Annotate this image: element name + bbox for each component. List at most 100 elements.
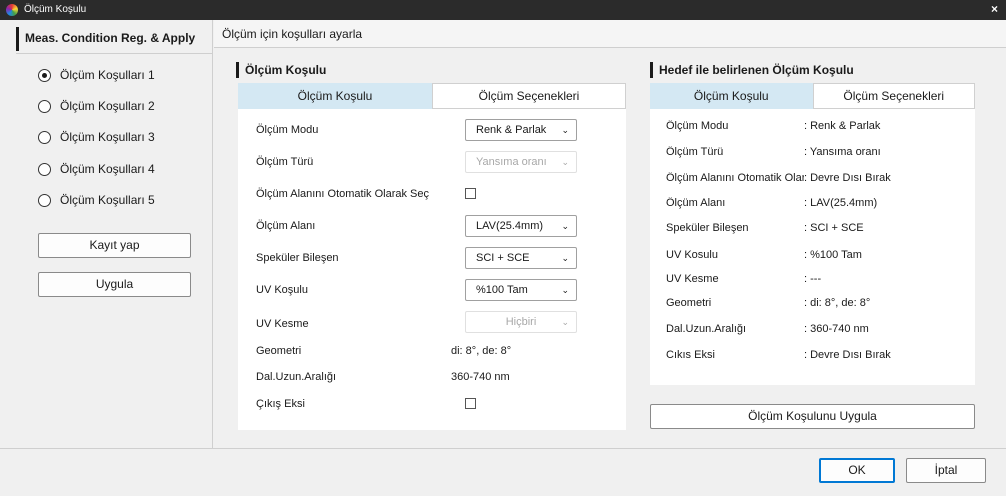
output-label: Çıkış Eksi — [256, 398, 305, 410]
info-value: : SCI + SCE — [804, 222, 864, 234]
uv-row: UV Koşulu — [256, 280, 308, 300]
right-header-text: Ölçüm için koşulları ayarla — [222, 27, 363, 41]
tab-target-options[interactable]: Ölçüm Seçenekleri — [812, 83, 975, 109]
tab-options[interactable]: Ölçüm Seçenekleri — [432, 83, 626, 109]
condition-label: Ölçüm Koşulları 2 — [60, 99, 155, 113]
mode-row: Ölçüm Modu — [256, 120, 318, 140]
uv-cut-select: Hiçbiri ⌄ — [465, 311, 577, 333]
info-label: Geometri — [666, 297, 712, 309]
info-label: UV Kosulu — [666, 249, 718, 261]
wavelength-label: Dal.Uzun.Aralığı — [256, 371, 337, 383]
ok-button[interactable]: OK — [819, 458, 895, 483]
info-label: UV Kesme — [666, 273, 719, 285]
info-value: : 360-740 nm — [804, 323, 869, 335]
info-value: : Devre Dısı Bırak — [804, 172, 891, 184]
divider — [16, 53, 213, 54]
radio-icon[interactable] — [38, 193, 51, 207]
geometry-label: Geometri — [256, 345, 302, 357]
uv-cut-label: UV Kesme — [256, 318, 309, 330]
chevron-down-icon: ⌄ — [561, 285, 569, 295]
output-row: Çıkış Eksi — [256, 394, 305, 414]
condition-radio-2[interactable]: Ölçüm Koşulları 2 — [38, 97, 155, 115]
mode-select[interactable]: Renk & Parlak ⌄ — [465, 119, 577, 141]
auto-area-checkbox[interactable] — [465, 188, 476, 199]
auto-area-row: Ölçüm Alanını Otomatik Olarak Seç — [256, 184, 429, 204]
type-label: Ölçüm Türü — [256, 156, 314, 168]
condition-label: Ölçüm Koşulları 1 — [60, 68, 155, 82]
info-label: Cıkıs Eksi — [666, 349, 715, 361]
specular-value: SCI + SCE — [476, 252, 530, 264]
condition-label: Ölçüm Koşulları 4 — [60, 162, 155, 176]
type-row: Ölçüm Türü — [256, 152, 313, 172]
radio-icon[interactable] — [38, 99, 51, 113]
condition-label: Ölçüm Koşulları 3 — [60, 130, 155, 144]
condition-tabs: Ölçüm Koşulu Ölçüm Seçenekleri — [238, 83, 626, 109]
type-select: Yansıma oranı ⌄ — [465, 151, 577, 173]
info-label: Ölçüm Alanını Otomatik Olarak Seç — [666, 172, 804, 184]
left-panel: Meas. Condition Reg. & Apply Ölçüm Koşul… — [0, 20, 213, 448]
cancel-button[interactable]: İptal — [906, 458, 986, 483]
area-value: LAV(25.4mm) — [476, 220, 544, 232]
chevron-down-icon: ⌄ — [561, 125, 569, 135]
condition-radio-5[interactable]: Ölçüm Koşulları 5 — [38, 191, 155, 209]
info-value: : Renk & Parlak — [804, 120, 881, 132]
uv-cut-value: Hiçbiri — [505, 316, 537, 328]
radio-icon[interactable] — [38, 162, 51, 176]
color-wheel-icon — [6, 4, 18, 16]
window-title: Ölçüm Koşulu — [24, 4, 87, 15]
tab-condition[interactable]: Ölçüm Koşulu — [238, 83, 432, 109]
condition-form: Ölçüm Modu Renk & Parlak ⌄ Ölçüm Türü Ya… — [238, 109, 626, 430]
target-info: Ölçüm Modu : Renk & Parlak Ölçüm Türü : … — [650, 109, 975, 385]
left-panel-title: Meas. Condition Reg. & Apply — [16, 27, 213, 51]
mode-label: Ölçüm Modu — [256, 124, 319, 136]
footer-bar: OK İptal — [0, 448, 1006, 496]
type-value: Yansıma oranı — [476, 156, 547, 168]
condition-radio-1[interactable]: Ölçüm Koşulları 1 — [38, 66, 155, 84]
info-value: : Yansıma oranı — [804, 146, 881, 158]
info-label: Speküler Bileşen — [666, 222, 749, 234]
info-value: : LAV(25.4mm) — [804, 197, 878, 209]
info-value: : %100 Tam — [804, 249, 862, 261]
area-row: Ölçüm Alanı — [256, 216, 315, 236]
geometry-row: Geometri — [256, 341, 301, 361]
info-value: : Devre Dısı Bırak — [804, 349, 891, 361]
condition-label: Ölçüm Koşulları 5 — [60, 193, 155, 207]
close-icon[interactable]: × — [991, 2, 998, 16]
wavelength-value: 360-740 nm — [451, 371, 510, 383]
condition-radio-4[interactable]: Ölçüm Koşulları 4 — [38, 160, 155, 178]
info-value: : di: 8°, de: 8° — [804, 297, 871, 309]
chevron-down-icon: ⌄ — [561, 221, 569, 231]
uv-select[interactable]: %100 Tam ⌄ — [465, 279, 577, 301]
condition-panel-title: Ölçüm Koşulu — [236, 62, 326, 78]
mode-value: Renk & Parlak — [476, 124, 547, 136]
output-checkbox[interactable] — [465, 398, 476, 409]
save-button[interactable]: Kayıt yap — [38, 233, 191, 258]
target-tabs: Ölçüm Koşulu Ölçüm Seçenekleri — [650, 83, 975, 109]
apply-button[interactable]: Uygula — [38, 272, 191, 297]
radio-icon[interactable] — [38, 130, 51, 144]
chevron-down-icon: ⌄ — [561, 157, 569, 167]
apply-condition-button[interactable]: Ölçüm Koşulunu Uygula — [650, 404, 975, 429]
info-label: Ölçüm Türü — [666, 146, 724, 158]
target-panel-title: Hedef ile belirlenen Ölçüm Koşulu — [650, 62, 854, 78]
area-label: Ölçüm Alanı — [256, 220, 316, 232]
condition-radio-3[interactable]: Ölçüm Koşulları 3 — [38, 128, 155, 146]
geometry-value: di: 8°, de: 8° — [451, 345, 512, 357]
uv-value: %100 Tam — [476, 284, 528, 296]
wavelength-row: Dal.Uzun.Aralığı — [256, 367, 336, 387]
right-header: Ölçüm için koşulları ayarla — [214, 20, 1006, 48]
specular-select[interactable]: SCI + SCE ⌄ — [465, 247, 577, 269]
auto-area-label: Ölçüm Alanını Otomatik Olarak Seç — [256, 188, 430, 200]
uv-cut-row: UV Kesme — [256, 314, 309, 334]
info-label: Ölçüm Modu — [666, 120, 729, 132]
title-bar: Ölçüm Koşulu × — [0, 0, 1006, 20]
uv-label: UV Koşulu — [256, 284, 308, 296]
radio-checked-icon[interactable] — [38, 68, 51, 82]
info-label: Ölçüm Alanı — [666, 197, 726, 209]
chevron-down-icon: ⌄ — [561, 253, 569, 263]
tab-target-condition[interactable]: Ölçüm Koşulu — [650, 83, 813, 109]
area-select[interactable]: LAV(25.4mm) ⌄ — [465, 215, 577, 237]
chevron-down-icon: ⌄ — [561, 317, 569, 327]
info-label: Dal.Uzun.Aralığı — [666, 323, 747, 335]
info-value: : --- — [804, 273, 822, 285]
